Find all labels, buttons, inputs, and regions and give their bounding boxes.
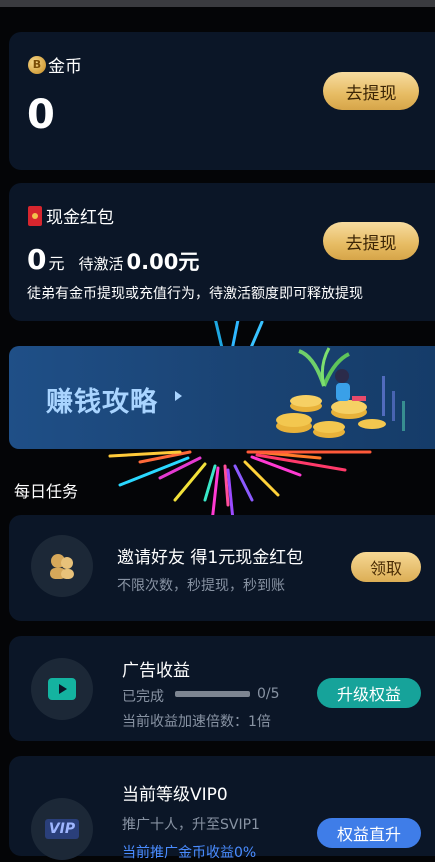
cash-unit: 元: [48, 254, 65, 273]
upgrade-benefits-button[interactable]: 升级权益: [317, 678, 421, 708]
cash-withdraw-button[interactable]: 去提现: [323, 222, 419, 260]
coin-title-row: B 金币: [28, 52, 82, 77]
vip-icon: VIP: [31, 798, 93, 860]
coin-card: B 金币 0 去提现: [9, 32, 435, 170]
daily-tasks-title: 每日任务: [14, 482, 79, 501]
cash-title-row: 现金红包: [28, 203, 114, 228]
pending-label: 待激活: [78, 255, 124, 273]
coin-icon: B: [28, 55, 46, 74]
claim-button[interactable]: 领取: [351, 552, 421, 582]
cash-title: 现金红包: [46, 208, 114, 228]
coin-withdraw-button[interactable]: 去提现: [323, 72, 419, 110]
ad-progress-bar: [175, 691, 250, 697]
vip-bonus: 当前推广金币收益0%: [122, 845, 257, 861]
ad-title: 广告收益: [122, 661, 190, 681]
vip-subtitle: 推广十人，升至SVIP1: [122, 817, 260, 833]
coin-amount: 0: [27, 92, 55, 138]
vip-title: 当前等级VIP0: [122, 785, 228, 805]
banner-illustration: [276, 347, 405, 438]
invite-title: 邀请好友 得1元现金红包: [117, 548, 304, 568]
coin-title: 金币: [48, 57, 82, 77]
earn-guide-banner[interactable]: 赚钱攻略: [9, 346, 435, 449]
task-invite-card: 邀请好友 得1元现金红包 不限次数，秒提现，秒到账 领取: [9, 515, 435, 621]
ad-done-label: 已完成: [122, 689, 164, 705]
task-vip-card: VIP 当前等级VIP0 推广十人，升至SVIP1 当前推广金币收益0% 权益直…: [9, 756, 435, 861]
chevron-right-icon: [175, 391, 182, 401]
vip-badge-text: VIP: [44, 819, 80, 839]
video-play-icon: [31, 658, 93, 720]
red-packet-icon: [28, 205, 42, 226]
banner-title: 赚钱攻略: [46, 387, 158, 418]
cash-amount: 0: [27, 243, 47, 276]
cash-note: 徒弟有金币提现或充值行为，待激活额度即可释放提现: [27, 286, 363, 302]
cash-amount-row: 0 元 待激活 0.00元: [27, 243, 199, 276]
vip-upgrade-button[interactable]: 权益直升: [317, 818, 421, 848]
pending-amount: 0.00元: [126, 250, 200, 274]
invite-icon: [31, 535, 93, 597]
task-ad-card: 广告收益 已完成 0/5 当前收益加速倍数：1倍 升级权益: [9, 636, 435, 741]
ad-multiplier: 当前收益加速倍数：1倍: [122, 714, 271, 730]
invite-subtitle: 不限次数，秒提现，秒到账: [117, 578, 285, 594]
ad-progress-text: 0/5: [257, 686, 280, 702]
cash-card: 现金红包 0 元 待激活 0.00元 徒弟有金币提现或充值行为，待激活额度即可释…: [9, 183, 435, 321]
